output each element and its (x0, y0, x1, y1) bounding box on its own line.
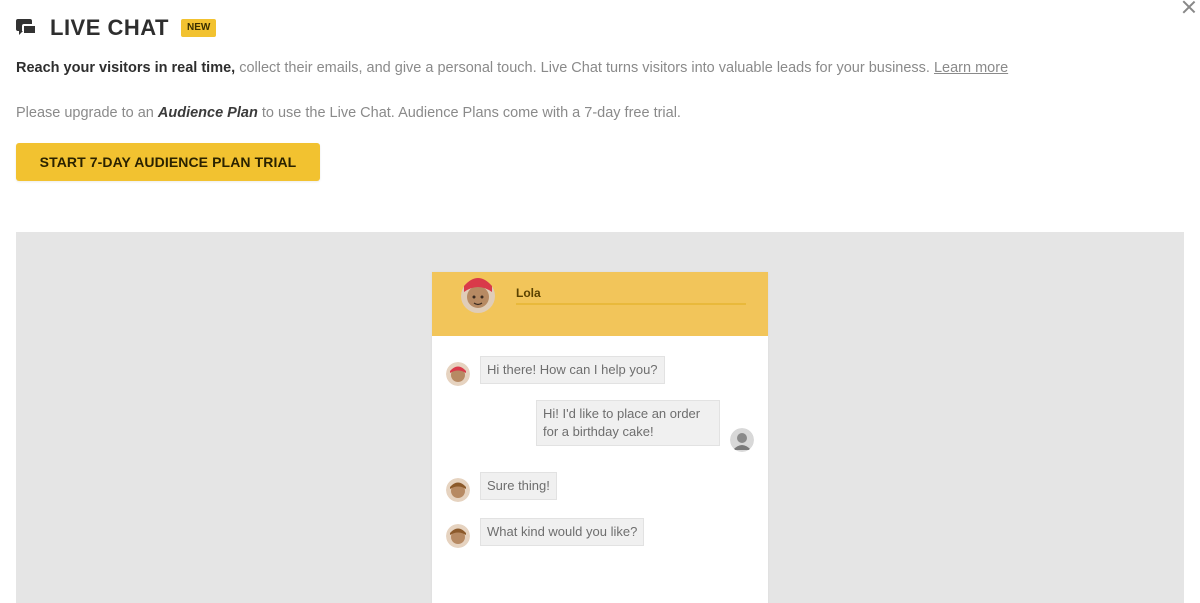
description-body: collect their emails, and give a persona… (235, 60, 930, 76)
new-badge: NEW (180, 19, 217, 37)
chat-bubbles-icon (16, 19, 38, 37)
chat-message-agent: Sure thing! (480, 472, 557, 500)
chat-widget-preview: Lola Hi there! How can I help you? Hi! I… (432, 272, 768, 603)
visitor-avatar-icon (730, 428, 754, 452)
agent-avatar-icon (461, 278, 495, 313)
close-icon[interactable] (1182, 0, 1196, 14)
learn-more-link[interactable]: Learn more (934, 60, 1008, 76)
agent-avatar-icon (446, 362, 470, 386)
upgrade-note: Please upgrade to an Audience Plan to us… (16, 103, 681, 123)
agent-avatar-icon (446, 524, 470, 548)
audience-plan-label: Audience Plan (157, 105, 258, 121)
chat-widget-header: Lola (432, 272, 768, 336)
description: Reach your visitors in real time, collec… (16, 58, 1186, 78)
chat-preview-area: Lola Hi there! How can I help you? Hi! I… (16, 232, 1184, 603)
description-lead: Reach your visitors in real time, (16, 60, 236, 76)
agent-name: Lola (516, 286, 541, 300)
chat-message-agent: Hi there! How can I help you? (480, 356, 665, 384)
start-trial-button[interactable]: START 7-DAY AUDIENCE PLAN TRIAL (16, 143, 320, 181)
page-header: LIVE CHAT NEW (16, 14, 217, 42)
upgrade-after: to use the Live Chat. Audience Plans com… (257, 105, 681, 121)
upgrade-before: Please upgrade to an (16, 105, 158, 121)
chat-message-visitor: Hi! I'd like to place an order for a bir… (536, 400, 720, 446)
chat-message-agent: What kind would you like? (480, 518, 645, 546)
agent-avatar-icon (446, 478, 470, 502)
page-title: LIVE CHAT (50, 15, 169, 40)
agent-status-bar (516, 303, 746, 305)
